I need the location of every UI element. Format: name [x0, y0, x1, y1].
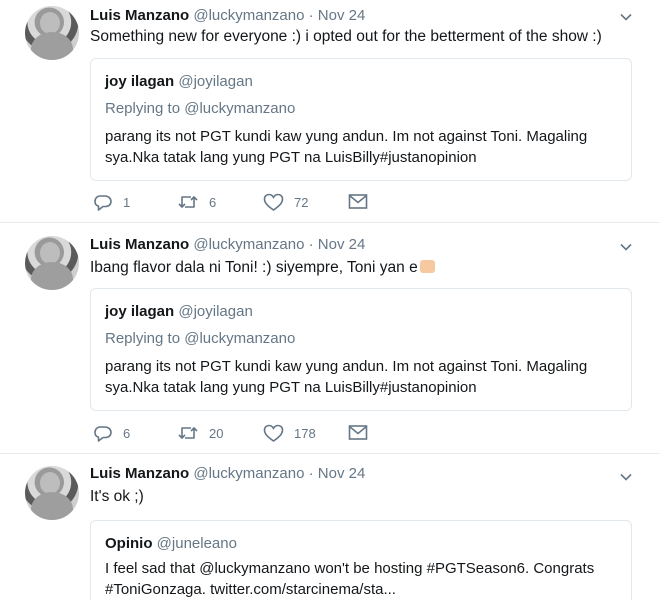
reply-icon [94, 195, 112, 211]
quoted-text-line: parang its not PGT kundi kaw yung andun.… [105, 128, 588, 145]
chevron-down-icon[interactable] [620, 243, 632, 251]
separator-dot: · [308, 236, 314, 253]
quoted-text-line: sya.Nka tatak lang yung PGT na LuisBilly… [105, 379, 477, 396]
quoted-tweet[interactable]: joy ilagan @joyilagan Replying to @lucky… [90, 58, 632, 181]
quoted-text: parang its not PGT kundi kaw yung andun.… [105, 356, 625, 398]
direct-message-button[interactable] [348, 424, 368, 441]
tweet-header: Luis Manzano @luckymanzano · Nov 24 [90, 465, 365, 482]
tweet-text: It's ok ;) [90, 488, 144, 505]
retweet-icon [178, 196, 198, 208]
like-count: 72 [294, 195, 309, 210]
author-handle[interactable]: @luckymanzano [193, 465, 304, 482]
direct-message-button[interactable] [348, 193, 368, 210]
author-name[interactable]: Luis Manzano [90, 465, 189, 482]
replying-to: Replying to @luckymanzano [105, 330, 295, 347]
heart-icon [263, 424, 284, 442]
quoted-author-name: joy ilagan [105, 303, 175, 320]
quoted-text-line: I feel sad that @luckymanzano won't be h… [105, 560, 595, 577]
tweet-text: Ibang flavor dala ni Toni! :) siyempre, … [90, 258, 435, 278]
avatar[interactable] [25, 466, 79, 520]
author-handle[interactable]: @luckymanzano [193, 236, 304, 253]
author-name[interactable]: Luis Manzano [90, 236, 189, 253]
quoted-author-name: Opinio [105, 535, 153, 552]
tweet-date[interactable]: Nov 24 [318, 7, 366, 24]
quoted-author-handle: @juneleano [156, 535, 237, 552]
avatar[interactable] [25, 6, 79, 60]
tweet[interactable]: Luis Manzano @luckymanzano · Nov 24 Some… [0, 0, 660, 222]
replying-to-label: Replying to [105, 330, 181, 347]
quoted-author-handle: @joyilagan [178, 73, 253, 90]
replying-to-label: Replying to [105, 100, 181, 117]
chevron-down-icon[interactable] [620, 13, 632, 21]
tweet[interactable]: Luis Manzano @luckymanzano · Nov 24 It's… [0, 454, 660, 600]
reply-icon [94, 426, 112, 442]
avatar[interactable] [25, 236, 79, 290]
quoted-text-line: sya.Nka tatak lang yung PGT na LuisBilly… [105, 149, 477, 166]
quoted-text: I feel sad that @luckymanzano won't be h… [105, 558, 625, 600]
reply-button[interactable]: 6 [93, 424, 130, 443]
quoted-author-name: joy ilagan [105, 73, 175, 90]
like-button[interactable]: 178 [263, 424, 316, 443]
tweet-date[interactable]: Nov 24 [318, 465, 366, 482]
quoted-author-handle: @joyilagan [178, 303, 253, 320]
like-button[interactable]: 72 [263, 193, 308, 212]
envelope-icon [348, 194, 368, 209]
like-count: 178 [294, 426, 316, 441]
quoted-tweet[interactable]: joy ilagan @joyilagan Replying to @lucky… [90, 288, 632, 411]
quoted-header: Opinio @juneleano [105, 535, 237, 552]
replying-to-handle: @luckymanzano [184, 330, 296, 347]
envelope-icon [348, 425, 368, 440]
quoted-text-line: #ToniGonzaga. twitter.com/starcinema/sta… [105, 581, 396, 598]
chevron-down-icon[interactable] [620, 473, 632, 481]
replying-to-handle: @luckymanzano [184, 100, 296, 117]
author-name[interactable]: Luis Manzano [90, 7, 189, 24]
quoted-text: parang its not PGT kundi kaw yung andun.… [105, 126, 625, 168]
heart-icon [263, 193, 284, 211]
quoted-header: joy ilagan @joyilagan [105, 73, 253, 90]
tweet-text: Something new for everyone :) i opted ou… [90, 28, 602, 45]
tweet-header: Luis Manzano @luckymanzano · Nov 24 [90, 236, 365, 253]
tweet-date[interactable]: Nov 24 [318, 236, 366, 253]
separator-dot: · [308, 7, 314, 24]
separator-dot: · [308, 465, 314, 482]
reply-count: 1 [123, 195, 131, 210]
retweet-button[interactable]: 20 [177, 424, 223, 442]
thumbs-up-icon [419, 260, 435, 273]
retweet-count: 6 [209, 194, 217, 210]
quoted-tweet[interactable]: Opinio @juneleano I feel sad that @lucky… [90, 520, 632, 600]
reply-button[interactable]: 1 [93, 193, 130, 212]
tweet-text-content: Ibang flavor dala ni Toni! :) siyempre, … [90, 259, 418, 276]
author-handle[interactable]: @luckymanzano [193, 7, 304, 24]
reply-count: 6 [123, 426, 131, 441]
quoted-text-line: parang its not PGT kundi kaw yung andun.… [105, 358, 588, 375]
tweet[interactable]: Luis Manzano @luckymanzano · Nov 24 Iban… [0, 223, 660, 453]
replying-to: Replying to @luckymanzano [105, 100, 295, 117]
retweet-icon [178, 427, 198, 439]
quoted-header: joy ilagan @joyilagan [105, 303, 253, 320]
tweet-header: Luis Manzano @luckymanzano · Nov 24 [90, 7, 365, 24]
retweet-button[interactable]: 6 [177, 193, 216, 211]
retweet-count: 20 [209, 425, 224, 441]
